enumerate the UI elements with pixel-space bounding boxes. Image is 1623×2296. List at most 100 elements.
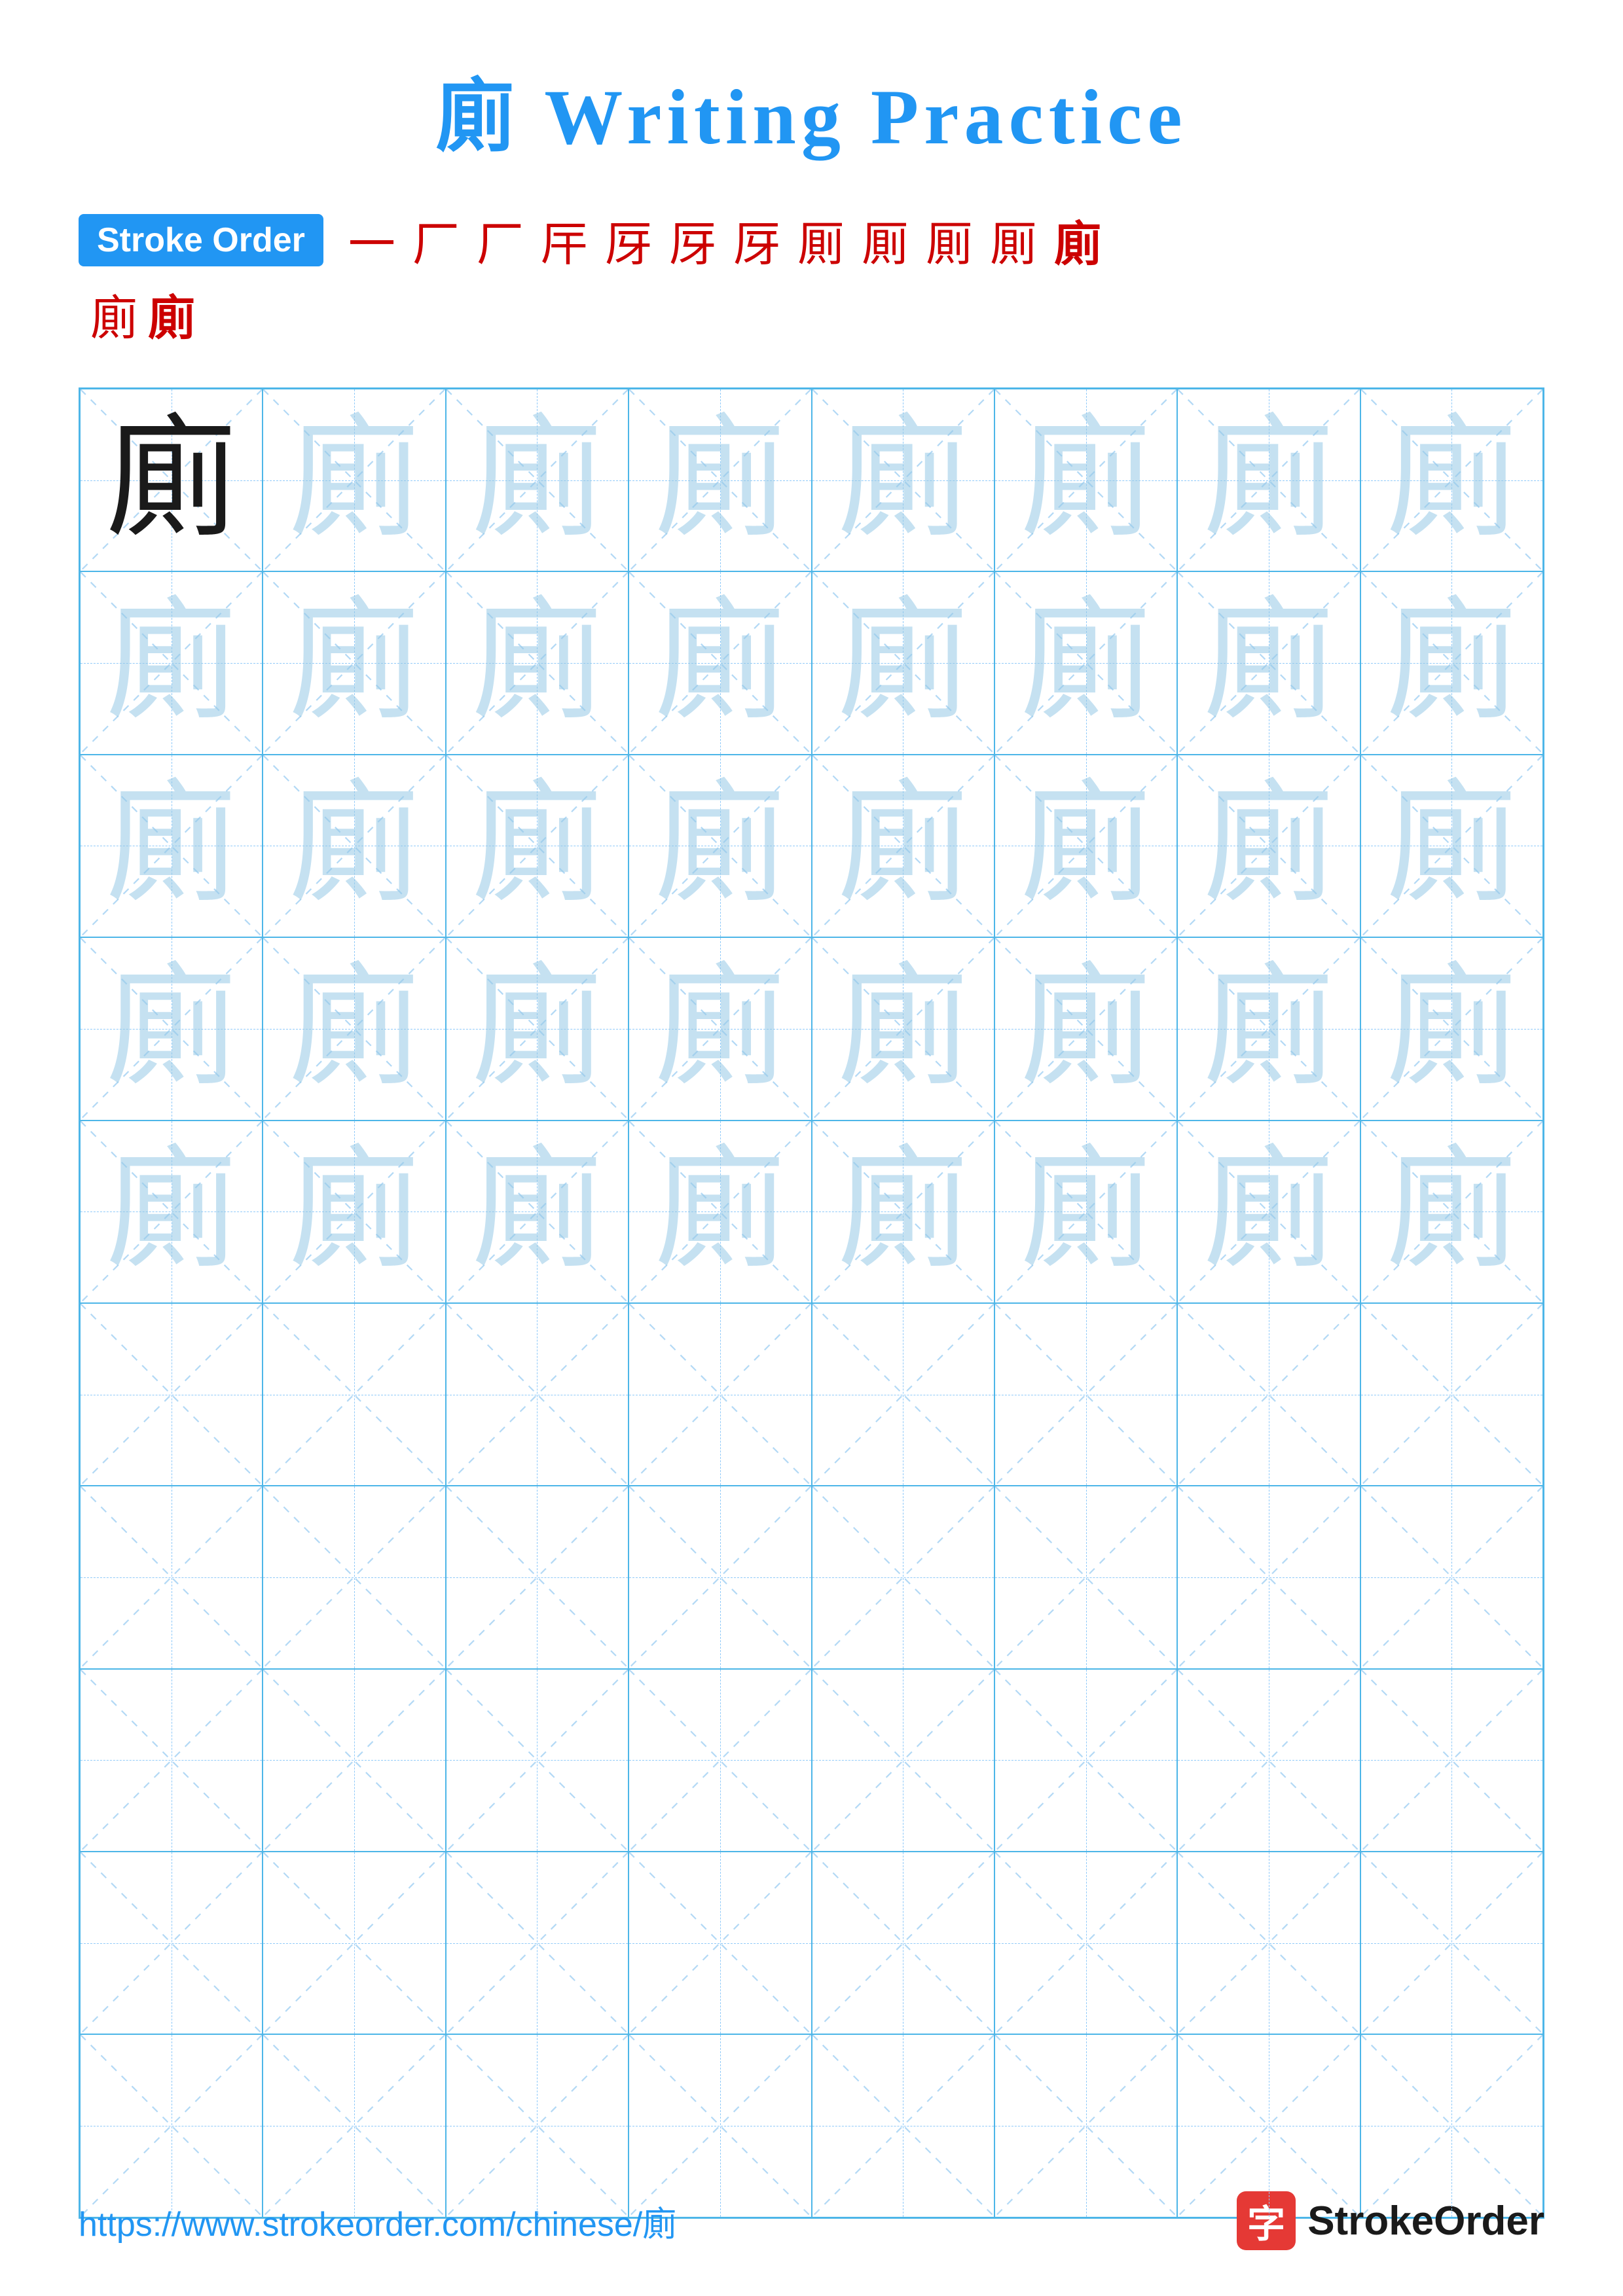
grid-cell[interactable]: 廁 xyxy=(80,755,263,937)
grid-cell[interactable] xyxy=(80,1852,263,2034)
grid-cell[interactable]: 廁 xyxy=(1177,755,1360,937)
grid-cell[interactable]: 廁 xyxy=(812,937,994,1120)
grid-cell[interactable] xyxy=(1177,1852,1360,2034)
grid-cell[interactable]: 廁 xyxy=(263,1121,445,1303)
grid-cell[interactable]: 廁 xyxy=(1177,937,1360,1120)
grid-cell[interactable] xyxy=(263,1852,445,2034)
grid-cell[interactable]: 廁 xyxy=(994,1121,1177,1303)
grid-cell[interactable]: 廁 xyxy=(1177,1121,1360,1303)
grid-cell[interactable] xyxy=(263,1669,445,1852)
grid-cell[interactable]: 廁 xyxy=(80,1121,263,1303)
grid-cell[interactable]: 廁 xyxy=(812,571,994,754)
grid-cell[interactable]: 廁 xyxy=(629,755,811,937)
grid-cell[interactable]: 廁 xyxy=(1177,389,1360,571)
grid-cell[interactable] xyxy=(1177,1669,1360,1852)
grid-cell[interactable]: 廁 xyxy=(446,389,629,571)
grid-cell[interactable]: 廁 xyxy=(80,389,263,571)
practice-char: 廁 xyxy=(1021,780,1152,911)
practice-char: 廁 xyxy=(106,1146,237,1277)
grid-row xyxy=(80,1852,1543,2034)
grid-cell[interactable] xyxy=(1177,1486,1360,1668)
practice-char: 廁 xyxy=(289,963,420,1094)
grid-cell[interactable] xyxy=(1360,1303,1543,1486)
grid-cell[interactable]: 廁 xyxy=(263,571,445,754)
grid-cell[interactable] xyxy=(994,1669,1177,1852)
grid-row: 廁 廁 廁 廁 廁 廁 廁 廁 xyxy=(80,1121,1543,1303)
grid-cell[interactable] xyxy=(812,1669,994,1852)
grid-cell[interactable]: 廁 xyxy=(994,571,1177,754)
practice-char: 廁 xyxy=(1021,415,1152,546)
grid-cell[interactable] xyxy=(994,1852,1177,2034)
grid-cell[interactable] xyxy=(812,2034,994,2217)
grid-cell[interactable]: 廁 xyxy=(629,937,811,1120)
grid-cell[interactable] xyxy=(1177,1303,1360,1486)
stroke-13: 廁 xyxy=(90,279,137,348)
grid-cell[interactable] xyxy=(446,1669,629,1852)
grid-cell[interactable]: 廁 xyxy=(446,571,629,754)
grid-cell[interactable] xyxy=(446,1486,629,1668)
grid-cell[interactable]: 廁 xyxy=(1360,937,1543,1120)
grid-cell[interactable]: 廁 xyxy=(1360,571,1543,754)
grid-cell[interactable]: 廁 xyxy=(80,937,263,1120)
grid-cell[interactable]: 廁 xyxy=(80,571,263,754)
practice-char: 廁 xyxy=(471,415,602,546)
grid-cell[interactable] xyxy=(446,1303,629,1486)
grid-row: 廁 廁 廁 廁 廁 廁 廁 廁 xyxy=(80,755,1543,937)
grid-cell[interactable]: 廁 xyxy=(263,937,445,1120)
practice-char: 廁 xyxy=(1021,1146,1152,1277)
grid-cell[interactable] xyxy=(629,1852,811,2034)
grid-cell[interactable] xyxy=(263,2034,445,2217)
grid-cell[interactable]: 廁 xyxy=(263,389,445,571)
grid-cell[interactable] xyxy=(1360,1486,1543,1668)
grid-cell[interactable] xyxy=(1360,2034,1543,2217)
grid-cell[interactable]: 廁 xyxy=(446,937,629,1120)
practice-char: 廁 xyxy=(837,415,968,546)
grid-cell[interactable]: 廁 xyxy=(446,1121,629,1303)
grid-cell[interactable]: 廁 xyxy=(1360,755,1543,937)
grid-cell[interactable]: 廁 xyxy=(263,755,445,937)
grid-cell[interactable]: 廁 xyxy=(812,1121,994,1303)
grid-cell[interactable] xyxy=(1360,1669,1543,1852)
grid-cell[interactable] xyxy=(994,1303,1177,1486)
practice-char: 廁 xyxy=(655,415,786,546)
grid-cell[interactable] xyxy=(629,1669,811,1852)
grid-cell[interactable]: 廁 xyxy=(629,571,811,754)
practice-char: 廁 xyxy=(1203,963,1334,1094)
grid-cell[interactable]: 廁 xyxy=(812,389,994,571)
logo-char: 字 xyxy=(1247,2193,1285,2248)
grid-cell[interactable]: 廁 xyxy=(1177,571,1360,754)
grid-cell[interactable] xyxy=(812,1486,994,1668)
grid-cell[interactable] xyxy=(629,2034,811,2217)
grid-cell[interactable] xyxy=(263,1303,445,1486)
grid-cell[interactable] xyxy=(446,1852,629,2034)
grid-cell[interactable] xyxy=(80,1669,263,1852)
grid-cell[interactable]: 廁 xyxy=(629,1121,811,1303)
grid-cell[interactable] xyxy=(812,1303,994,1486)
grid-cell[interactable] xyxy=(1177,2034,1360,2217)
grid-cell[interactable] xyxy=(80,1303,263,1486)
logo-icon: 字 xyxy=(1237,2191,1296,2250)
grid-cell[interactable]: 廁 xyxy=(994,389,1177,571)
grid-cell[interactable] xyxy=(263,1486,445,1668)
grid-cell[interactable] xyxy=(446,2034,629,2217)
stroke-6: 厊 xyxy=(669,206,716,274)
grid-cell[interactable] xyxy=(80,1486,263,1668)
grid-cell[interactable] xyxy=(80,2034,263,2217)
grid-cell[interactable]: 廁 xyxy=(1360,1121,1543,1303)
practice-char: 廁 xyxy=(1386,780,1517,911)
grid-cell[interactable] xyxy=(629,1303,811,1486)
grid-cell[interactable]: 廁 xyxy=(1360,389,1543,571)
grid-cell[interactable]: 廁 xyxy=(446,755,629,937)
grid-cell[interactable] xyxy=(812,1852,994,2034)
footer: https://www.strokeorder.com/chinese/廁 字 … xyxy=(79,2191,1544,2250)
footer-url: https://www.strokeorder.com/chinese/廁 xyxy=(79,2197,676,2246)
grid-cell[interactable]: 廁 xyxy=(994,937,1177,1120)
grid-cell[interactable]: 廁 xyxy=(629,389,811,571)
grid-cell[interactable] xyxy=(1360,1852,1543,2034)
grid-cell[interactable]: 廁 xyxy=(994,755,1177,937)
grid-cell[interactable] xyxy=(994,1486,1177,1668)
grid-cell[interactable] xyxy=(629,1486,811,1668)
grid-cell[interactable] xyxy=(994,2034,1177,2217)
practice-char: 廁 xyxy=(289,598,420,728)
grid-cell[interactable]: 廁 xyxy=(812,755,994,937)
